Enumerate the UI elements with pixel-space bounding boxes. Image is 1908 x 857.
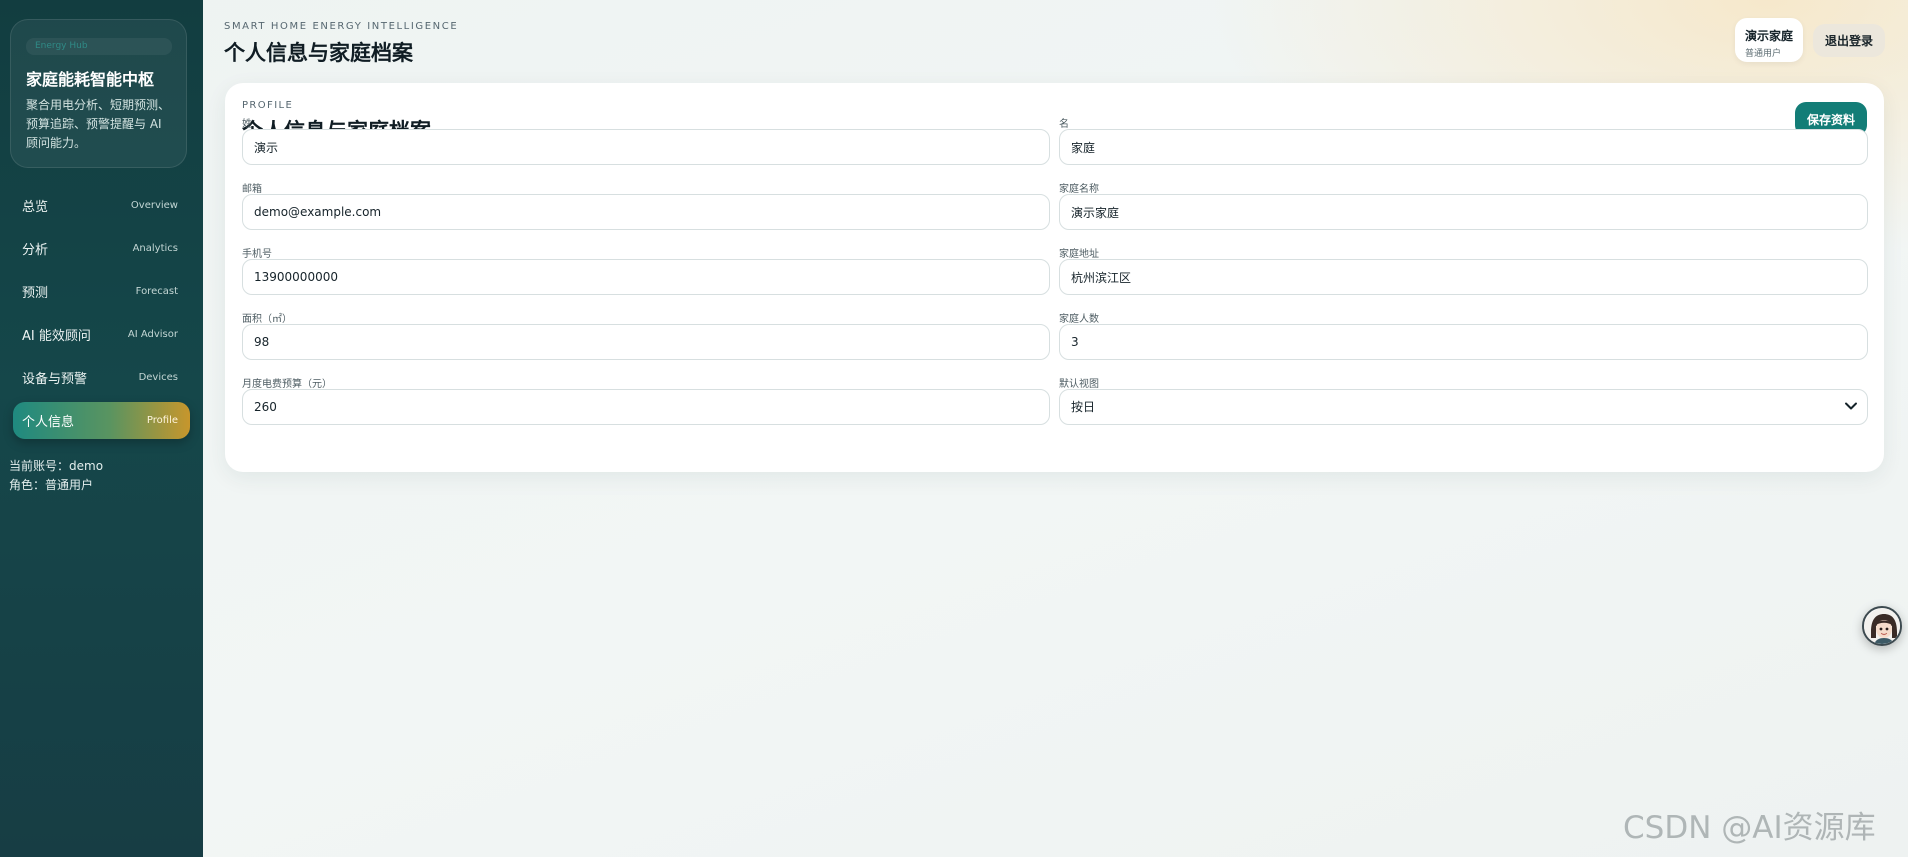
phone-field[interactable] [242,259,1050,295]
brand-card: Energy Hub 家庭能耗智能中枢 聚合用电分析、短期预测、预算追踪、预警提… [10,19,187,168]
sidebar-item-label: 设备与预警 [22,372,88,387]
first-name-field[interactable] [1059,129,1868,165]
sidebar-item-profile[interactable]: 个人信息 Profile [13,402,190,439]
sidebar-item-sublabel: Forecast [135,286,178,297]
sidebar-item-sublabel: Devices [138,372,178,383]
sidebar-item-analytics[interactable]: 分析 Analytics [13,230,190,267]
brand-badge: Energy Hub [26,38,172,55]
members-label: 家庭人数 [1059,314,1099,325]
watermark: CSDN @AI资源库 [1623,810,1876,846]
first-name-label: 名 [1059,119,1069,130]
chevron-down-icon [1845,402,1857,410]
sidebar-item-sublabel: AI Advisor [127,329,178,340]
last-name-label: 姓 [242,119,252,130]
user-role: 普通用户 [1745,49,1782,59]
sidebar: Energy Hub 家庭能耗智能中枢 聚合用电分析、短期预测、预算追踪、预警提… [0,0,203,857]
brand-description: 聚合用电分析、短期预测、预算追踪、预警提醒与 AI 顾问能力。 [26,98,171,150]
sidebar-item-devices[interactable]: 设备与预警 Devices [13,359,190,396]
logout-button[interactable]: 退出登录 [1813,24,1885,57]
profile-card: PROFILE 个人信息与家庭档案 保存资料 姓 名 邮箱 家庭名称 手机号 家… [225,83,1884,472]
area-field[interactable] [242,324,1050,360]
sidebar-item-forecast[interactable]: 预测 Forecast [13,273,190,310]
sidebar-item-label: 总览 [22,200,49,215]
current-role: 角色：普通用户 [9,478,94,492]
brand-title: 家庭能耗智能中枢 [26,70,155,89]
account-info: 当前账号：demo 角色：普通用户 [9,457,103,495]
default-view-label: 默认视图 [1059,379,1099,390]
budget-field[interactable] [242,389,1050,425]
email-field[interactable] [242,194,1050,230]
default-view-select[interactable]: 按日 [1059,389,1868,425]
household-name-field[interactable] [1059,194,1868,230]
address-field[interactable] [1059,259,1868,295]
phone-label: 手机号 [242,249,272,260]
email-label: 邮箱 [242,184,262,195]
sidebar-item-label: AI 能效顾问 [22,329,91,344]
last-name-field[interactable] [242,129,1050,165]
card-eyebrow: PROFILE [242,100,294,111]
address-label: 家庭地址 [1059,249,1099,260]
household-name-label: 家庭名称 [1059,184,1099,195]
current-account: 当前账号：demo [9,459,104,473]
sidebar-item-sublabel: Profile [146,415,178,426]
sidebar-item-ai-advisor[interactable]: AI 能效顾问 AI Advisor [13,316,190,353]
sidebar-item-label: 分析 [22,243,49,258]
budget-label: 月度电费预算（元） [242,379,332,390]
assistant-avatar-icon[interactable] [1862,606,1902,646]
user-chip[interactable]: 演示家庭 普通用户 [1735,18,1803,62]
default-view-value: 按日 [1059,389,1868,425]
user-name: 演示家庭 [1745,29,1794,43]
sidebar-item-sublabel: Analytics [132,243,178,254]
page-title: 个人信息与家庭档案 [224,41,413,65]
area-label: 面积（㎡） [242,314,292,325]
members-field[interactable] [1059,324,1868,360]
sidebar-item-overview[interactable]: 总览 Overview [13,187,190,224]
sidebar-item-label: 预测 [22,286,49,301]
sidebar-item-sublabel: Overview [130,200,178,211]
page-eyebrow: SMART HOME ENERGY INTELLIGENCE [224,21,459,32]
sidebar-item-label: 个人信息 [22,415,75,430]
